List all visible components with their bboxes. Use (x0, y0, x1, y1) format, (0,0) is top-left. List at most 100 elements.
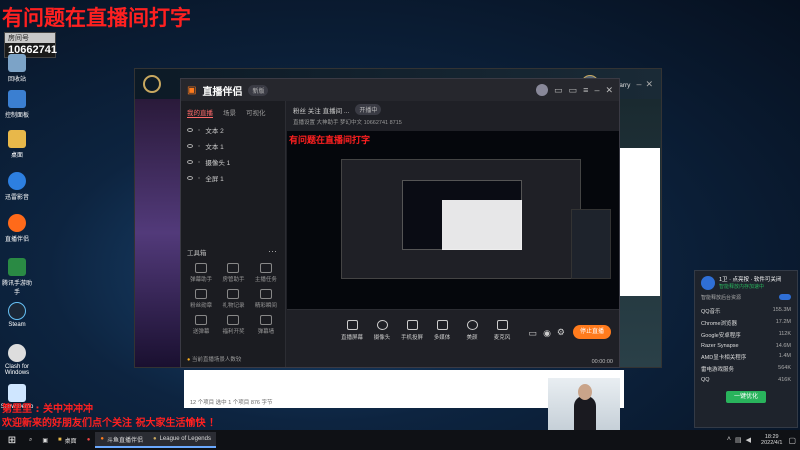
process-row[interactable]: QQ 416K (701, 375, 791, 385)
overlay-top-text: 有问题在直播间打字 (2, 6, 191, 30)
process-row[interactable]: 雷电游戏服务 564K (701, 363, 791, 375)
process-row[interactable]: Google安卓程序 112K (701, 329, 791, 341)
eye-icon[interactable] (187, 176, 193, 180)
desktop-icon-xunlei[interactable]: 迅雷影音 (0, 172, 34, 201)
desktop-icon-streamer[interactable]: 直播伴侣 (0, 214, 34, 243)
bag-icon[interactable]: ▭ (569, 85, 578, 96)
scene-tabs: 我的直播 场景 可视化 (181, 101, 285, 122)
optimize-button[interactable]: 一键优化 (726, 391, 766, 403)
layer-item[interactable]: ▫ 文本 1 (181, 138, 285, 154)
lock-icon[interactable]: ▫ (198, 175, 200, 182)
layer-item[interactable]: ▫ 摄像头 1 (181, 154, 285, 170)
desktop-icon-clash[interactable]: Clash for Windows (0, 344, 34, 376)
popup-toggle-row[interactable]: 智能释放后台资源 (701, 294, 791, 301)
more-icon[interactable]: ⋯ (268, 246, 277, 257)
desktop-icon-desktop[interactable]: 桌面 (0, 130, 34, 159)
control-panel-icon (8, 90, 26, 108)
version-badge[interactable]: 新版 (248, 84, 269, 96)
streamer-figure (574, 396, 596, 430)
tool-send-danmu[interactable]: 送弹幕 (185, 315, 217, 335)
process-memory: 155.3M (772, 307, 791, 313)
menu-icon[interactable]: ≡ (583, 85, 588, 95)
process-name: Google安卓程序 (701, 333, 741, 339)
clock[interactable]: 18:29 2022/4/1 (755, 434, 788, 446)
taskbar: ⊞ ⌕ ▣ ■ 桌面 ● ● 斗鱼直播伴侣 ● League of Legend… (0, 430, 800, 450)
go-live-button[interactable]: 停止直播 (573, 325, 611, 339)
layer-label: 文本 1 (205, 144, 224, 151)
desktop-icon-tencent-emulator[interactable]: 腾讯手游助手 (0, 258, 34, 296)
tab-my-live[interactable]: 我的直播 (187, 107, 213, 118)
eye-icon[interactable] (187, 128, 193, 132)
process-name: Chrome浏览器 (701, 321, 738, 327)
tab-visual[interactable]: 可视化 (246, 107, 266, 118)
taskbar-item-streamer[interactable]: ● 斗鱼直播伴侣 (95, 432, 148, 448)
process-row[interactable]: QQ音乐 155.3M (701, 305, 791, 317)
process-row[interactable]: Razer Synapse 14.6M (701, 341, 791, 351)
action-microphone[interactable]: 麦克风 (487, 320, 517, 341)
avatar[interactable] (536, 84, 549, 96)
record-icon[interactable]: ▭ (528, 328, 537, 339)
tool-label: 弹幕助手 (190, 277, 213, 283)
streamer-app-window[interactable]: ▣ 直播伴侣 新版 ▭ ▭ ≡ – ✕ 我的直播 场景 可视化 ▫ 文本 2 ▫… (180, 78, 620, 368)
tool-lottery[interactable]: 福利开奖 (217, 315, 249, 335)
tool-icon (195, 315, 208, 325)
chevron-up-icon[interactable]: ˄ (727, 436, 731, 444)
tool-danmu-assistant[interactable]: 弹幕助手 (185, 263, 217, 283)
lock-icon[interactable]: ▫ (198, 127, 200, 134)
volume-icon[interactable]: ◀ (746, 436, 751, 444)
lol-logo-icon[interactable] (143, 75, 161, 93)
tool-icon (259, 263, 272, 273)
steam-icon (8, 302, 26, 320)
settings-icon[interactable]: ⚙ (557, 327, 565, 338)
action-screen-capture[interactable]: 直播屏幕 (337, 320, 367, 341)
eye-icon[interactable]: ◉ (543, 328, 551, 339)
lock-icon[interactable]: ▫ (198, 143, 200, 150)
layer-label: 全屏 1 (205, 176, 224, 183)
streamer-head (578, 384, 592, 400)
close-icon[interactable]: ✕ (605, 85, 613, 96)
system-tray[interactable]: ˄ ▤ ◀ (727, 436, 755, 444)
tool-danmu-wall[interactable]: 弹幕墙 (250, 315, 282, 335)
tool-highlight[interactable]: 精彩瞬间 (250, 289, 282, 309)
network-icon[interactable]: ▤ (735, 436, 742, 444)
minimize-icon[interactable]: – (636, 79, 641, 89)
tool-fan-badge[interactable]: 粉丝勋章 (185, 289, 217, 309)
app-logo-icon: ▣ (187, 84, 197, 96)
eye-icon[interactable] (187, 144, 193, 148)
action-phone-cast[interactable]: 手机投屏 (397, 320, 427, 341)
status-badge[interactable]: 开播中 (355, 104, 382, 115)
close-icon[interactable]: ✕ (645, 79, 653, 90)
minimize-icon[interactable]: – (594, 85, 599, 95)
start-button[interactable]: ⊞ (0, 432, 24, 448)
action-beauty[interactable]: 美颜 (457, 320, 487, 341)
notification-icon[interactable]: ▢ (788, 436, 800, 445)
eye-icon[interactable] (187, 160, 193, 164)
desktop-icon-control-panel[interactable]: 控制面板 (0, 90, 34, 119)
taskbar-item-chrome[interactable]: ● (82, 432, 96, 448)
process-row[interactable]: Chrome浏览器 17.2M (701, 317, 791, 329)
gift-icon[interactable]: ▭ (554, 85, 563, 96)
task-view-button[interactable]: ▣ (37, 432, 53, 448)
action-media[interactable]: 多媒体 (427, 320, 457, 341)
tool-host-task[interactable]: 主播任务 (250, 263, 282, 283)
tool-gift-record[interactable]: 礼物记录 (217, 289, 249, 309)
taskbar-item-desktop[interactable]: ■ 桌面 (53, 432, 82, 448)
folder-icon (8, 130, 26, 148)
search-button[interactable]: ⌕ (24, 432, 37, 448)
tab-scene[interactable]: 场景 (223, 107, 236, 118)
toggle-switch[interactable] (779, 294, 791, 300)
process-name: QQ音乐 (701, 309, 721, 315)
live-preview[interactable]: 有问题在直播间打字 (287, 131, 619, 311)
lock-icon[interactable]: ▫ (198, 159, 200, 166)
action-camera[interactable]: 摄像头 (367, 320, 397, 341)
layer-item[interactable]: ▫ 文本 2 (181, 122, 285, 138)
layer-item[interactable]: ▫ 全屏 1 (181, 170, 285, 186)
process-row[interactable]: AMD显卡相关程序 1.4M (701, 351, 791, 363)
tool-room-admin[interactable]: 房管助手 (217, 263, 249, 283)
room-label: 房间号 (5, 33, 55, 43)
desktop-icon-label: 迅雷影音 (4, 195, 29, 201)
desktop-icon-steam[interactable]: Steam (0, 302, 34, 328)
desktop-icon-recycle-bin[interactable]: 回收站 (0, 54, 34, 83)
tool-icon (195, 263, 208, 273)
taskbar-item-lol[interactable]: ● League of Legends (147, 432, 216, 448)
